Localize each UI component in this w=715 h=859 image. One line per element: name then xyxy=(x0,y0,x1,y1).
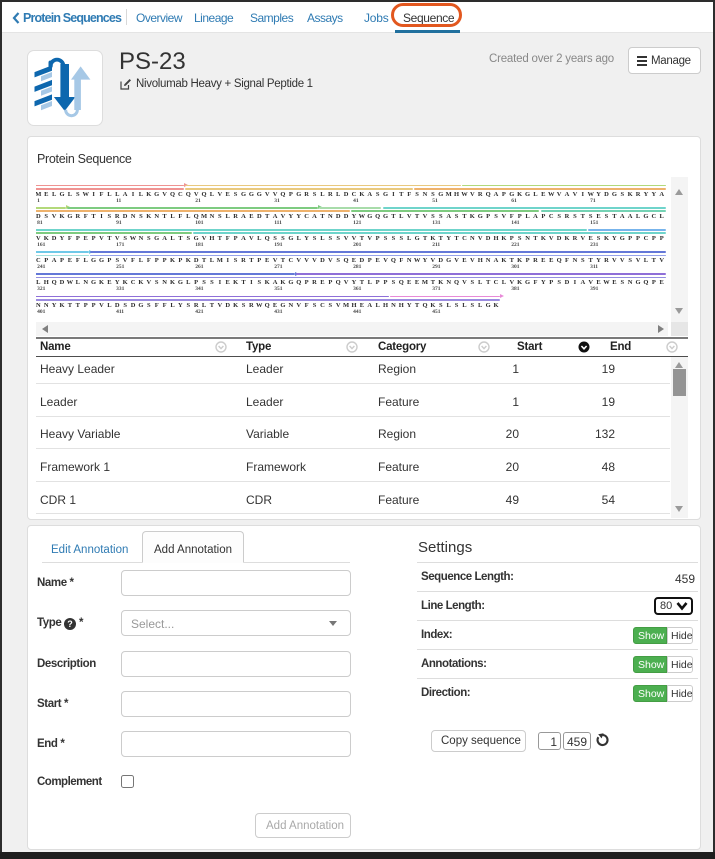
svg-text:?: ? xyxy=(67,619,73,629)
